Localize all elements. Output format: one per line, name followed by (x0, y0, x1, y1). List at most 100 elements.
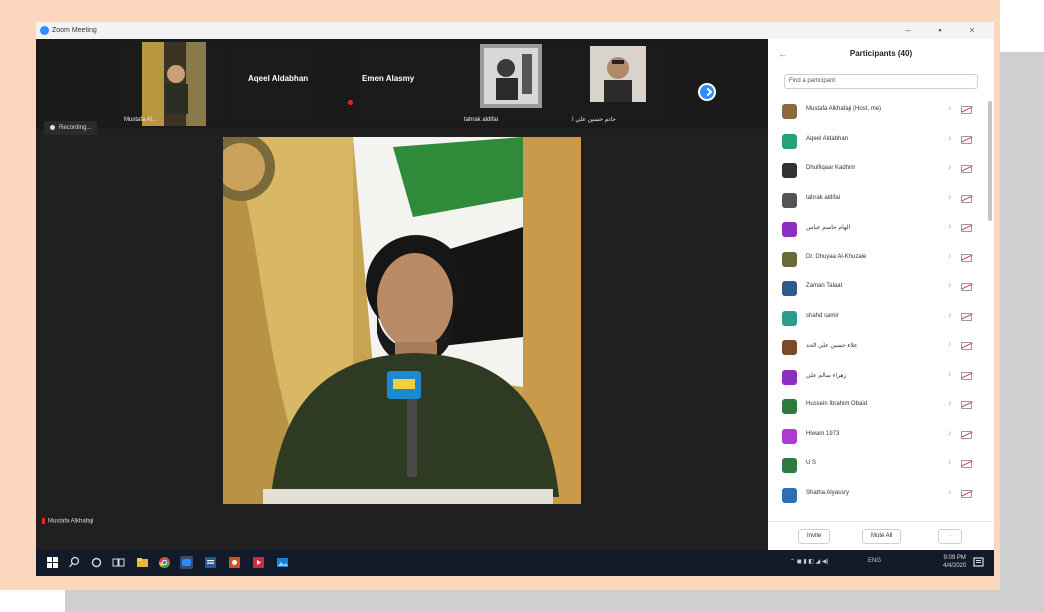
tile-name: حاتم حسين علي ا (572, 117, 616, 123)
video-off-icon[interactable] (961, 194, 972, 203)
participant-row[interactable]: Hiwam 1973 ♪ (768, 422, 994, 452)
video-tile-tahrak[interactable]: tahrak aldifai (448, 42, 558, 126)
participant-photo (590, 46, 646, 102)
mic-muted-icon[interactable]: ♪ (948, 371, 952, 378)
video-off-icon[interactable] (961, 489, 972, 498)
participants-header: ← Participants (40) (768, 39, 994, 69)
participant-row[interactable]: الهام جاسم عباس ♪ (768, 215, 994, 245)
mic-muted-icon[interactable]: ♪ (948, 430, 952, 437)
language-indicator[interactable]: ENG (868, 558, 881, 564)
word-icon[interactable] (204, 556, 217, 569)
participant-row[interactable]: shahd samir ♪ (768, 304, 994, 334)
record-icon (50, 124, 55, 130)
video-off-icon[interactable] (961, 371, 972, 380)
system-tray-icons[interactable]: ⌃ ◼ ▮ ◧ ◢ ◀) (790, 558, 829, 565)
video-off-icon[interactable] (961, 430, 972, 439)
mic-muted-icon[interactable]: ♪ (948, 489, 952, 496)
tile-name: Emen Alasmy (362, 74, 415, 83)
video-off-icon[interactable] (961, 342, 972, 350)
mic-muted-icon[interactable]: ♪ (948, 312, 952, 319)
video-off-icon[interactable] (961, 253, 972, 262)
participant-row[interactable]: tahrak aldifai ♪ (768, 186, 994, 216)
mic-muted-icon[interactable]: ♪ (948, 223, 952, 230)
mic-muted-icon[interactable]: ♪ (948, 400, 952, 407)
participant-avatar (782, 399, 797, 414)
participant-row[interactable]: U S ♪ (768, 451, 994, 481)
clock-time: 9:09 PM (943, 555, 966, 561)
video-off-icon[interactable] (961, 401, 972, 409)
mic-muted-icon[interactable]: ♪ (948, 105, 952, 112)
chrome-icon[interactable] (158, 556, 171, 569)
participant-search-input[interactable]: Find a participant (784, 74, 978, 89)
media-player-icon[interactable] (252, 556, 265, 569)
file-explorer-icon[interactable] (136, 556, 149, 569)
participant-row[interactable]: زهراء سالم علي ♪ (768, 363, 994, 393)
photos-icon[interactable] (276, 556, 289, 569)
mic-muted-icon[interactable]: ♪ (948, 341, 952, 348)
active-speaker-video (223, 137, 581, 504)
cortana-icon[interactable] (90, 556, 103, 569)
participant-row[interactable]: علاء حسين علي الحد ♪ (768, 333, 994, 363)
participant-name: علاء حسين علي الحد (806, 343, 858, 349)
minimize-button[interactable]: – (898, 22, 918, 39)
participant-row[interactable]: Aqeel Aldabhan ♪ (768, 127, 994, 157)
windows-start-icon[interactable] (46, 556, 59, 569)
mute-all-button[interactable]: Mute All (862, 529, 902, 544)
participant-row[interactable]: Shatha Alyassry ♪ (768, 481, 994, 511)
task-view-icon[interactable] (112, 556, 125, 569)
participant-name: Mustafa Alkhafaji (Host, me) (806, 106, 882, 112)
mic-muted-icon[interactable]: ♪ (948, 164, 952, 171)
tile-name: tahrak aldifai (464, 117, 499, 123)
search-icon[interactable] (68, 556, 81, 569)
participant-avatar (782, 192, 797, 208)
participant-row[interactable]: Dhulfiqaar Kadhim ♪ (768, 156, 994, 186)
participant-name: Zaman Talaat (806, 283, 843, 289)
video-off-icon[interactable] (961, 224, 972, 232)
gallery-next-page-button[interactable] (698, 83, 716, 101)
clock-date: 4/4/2020 (943, 563, 967, 569)
participant-name: Dhulfiqaar Kadhim (806, 165, 856, 171)
mic-muted-icon[interactable]: ♪ (948, 135, 952, 142)
mic-muted-icon[interactable]: ♪ (948, 459, 952, 466)
video-off-icon[interactable] (961, 165, 972, 173)
video-tile-hatim[interactable]: حاتم حسين علي ا (558, 42, 668, 126)
collapse-panel-icon[interactable]: ← (778, 39, 787, 69)
participant-row[interactable]: Hussein Ibrahim Obaid ♪ (768, 392, 994, 422)
video-off-icon[interactable] (961, 106, 972, 114)
invite-button[interactable]: Invite (798, 529, 831, 544)
participant-name: Aqeel Aldabhan (806, 135, 849, 142)
video-tile-aqeel[interactable]: Aqeel Aldabhan (232, 42, 314, 126)
participant-row[interactable]: Dr. Dhuyaa Al-Khuzaie ♪ (768, 245, 994, 275)
recording-indicator-dot (348, 100, 353, 105)
video-off-icon[interactable] (961, 135, 972, 144)
video-tile-mustafa[interactable]: Mustafa Al... (118, 42, 230, 126)
notifications-icon[interactable] (972, 556, 985, 569)
participants-scrollbar[interactable] (988, 101, 992, 221)
video-off-icon[interactable] (961, 460, 972, 468)
participant-name: tahrak aldifai (806, 194, 841, 201)
participant-name: shahd samir (806, 312, 839, 319)
recording-label: Recording... (59, 125, 92, 131)
taskbar-clock[interactable]: 9:09 PM 4/4/2020 (943, 554, 966, 570)
mic-muted-icon[interactable]: ♪ (948, 194, 952, 201)
video-off-icon[interactable] (961, 283, 972, 291)
participant-avatar (782, 458, 797, 473)
participant-row[interactable]: Zaman Talaat ♪ (768, 274, 994, 304)
more-options-button[interactable]: ··· (938, 529, 962, 544)
close-button[interactable]: × (962, 22, 982, 39)
speaker-name: Mustafa Alkhafaji (48, 518, 94, 525)
participant-photo (142, 42, 206, 126)
maximize-button[interactable]: ▪ (930, 22, 950, 39)
participants-footer: Invite Mute All ··· (768, 521, 994, 550)
zoom-taskbar-icon[interactable] (180, 556, 193, 569)
powerpoint-icon[interactable] (228, 556, 241, 569)
participant-name: Dr. Dhuyaa Al-Khuzaie (806, 253, 867, 260)
participant-row[interactable]: Mustafa Alkhafaji (Host, me) ♪ (768, 97, 994, 127)
participants-title: Participants (40) (849, 49, 913, 58)
mic-muted-icon[interactable]: ♪ (948, 253, 952, 260)
participant-name: Shatha Alyassry (806, 489, 850, 496)
participant-avatar (782, 369, 797, 385)
mic-muted-icon[interactable]: ♪ (948, 282, 952, 289)
decorative-grey-frame-bottom (65, 590, 1044, 612)
video-off-icon[interactable] (961, 312, 972, 321)
